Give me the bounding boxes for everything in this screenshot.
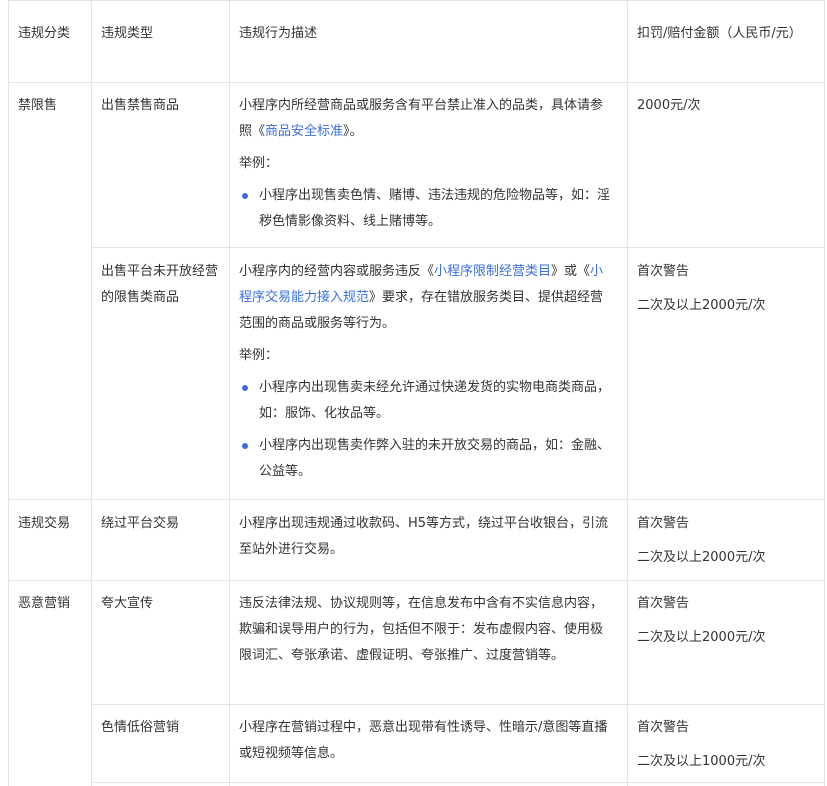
row-type: 出售禁售商品 [101, 98, 180, 113]
row-category: 禁限售 [18, 98, 58, 113]
grid-line [8, 0, 9, 786]
row-description: 小程序内所经营商品或服务含有平台禁止准入的品类，具体请参照《商品安全标准》。 举… [239, 93, 614, 241]
description-text: 小程序出现违规通过收款码、H5等方式，绕过平台收银台，引流至站外进行交易。 [239, 516, 609, 557]
grid-line [91, 782, 824, 783]
row-category: 恶意营销 [18, 596, 71, 611]
example-label: 举例： [239, 156, 279, 171]
grid-line [91, 0, 92, 786]
grid-line [91, 704, 824, 705]
row-description: 小程序出现违规通过收款码、H5等方式，绕过平台收银台，引流至站外进行交易。 [239, 511, 614, 563]
rules-table: 违规分类 违规类型 违规行为描述 扣罚/赔付金额（人民币/元） 禁限售 出售禁售… [0, 0, 826, 786]
row-penalty: 首次警告 二次及以上1000元/次 [637, 720, 766, 769]
grid-line [8, 499, 824, 500]
row-penalty: 首次警告 二次及以上2000元/次 [637, 264, 766, 313]
example-list: 小程序内出现售卖未经允许通过快递发货的实物电商类商品，如：服饰、化妆品等。 小程… [239, 375, 614, 485]
description-text: 小程序内所经营商品或服务含有平台禁止准入的品类，具体请参照《商品安全标准》。 [239, 98, 604, 139]
bullet-icon [242, 193, 248, 199]
bullet-icon [242, 443, 248, 449]
row-type: 绕过平台交易 [101, 516, 180, 531]
row-description: 小程序在营销过程中，恶意出现带有性诱导、性暗示/意图等直播或短视频等信息。 [239, 715, 614, 767]
grid-line [8, 580, 824, 581]
row-description: 小程序内的经营内容或服务违反《小程序限制经营类目》或《小程序交易能力接入规范》要… [239, 259, 614, 491]
list-item: 小程序内出现售卖作弊入驻的未开放交易的商品，如：金融、公益等。 [239, 433, 614, 485]
header-category: 违规分类 [18, 26, 71, 41]
example-list: 小程序出现售卖色情、赌博、违法违规的危险物品等，如：淫秽色情影像资料、线上赌博等… [239, 183, 614, 235]
bullet-icon [242, 385, 248, 391]
header-description: 违规行为描述 [239, 26, 318, 41]
row-penalty: 2000元/次 [637, 98, 701, 113]
grid-line [8, 82, 824, 83]
grid-line [8, 0, 824, 1]
list-item: 小程序出现售卖色情、赌博、违法违规的危险物品等，如：淫秽色情影像资料、线上赌博等… [239, 183, 614, 235]
description-text: 小程序在营销过程中，恶意出现带有性诱导、性暗示/意图等直播或短视频等信息。 [239, 720, 608, 761]
header-type: 违规类型 [101, 26, 154, 41]
link-restricted-categories[interactable]: 小程序限制经营类目 [434, 264, 551, 279]
list-item: 小程序内出现售卖未经允许通过快递发货的实物电商类商品，如：服饰、化妆品等。 [239, 375, 614, 427]
row-category: 违规交易 [18, 516, 71, 531]
row-type: 色情低俗营销 [101, 720, 180, 735]
grid-line [91, 247, 824, 248]
row-penalty: 首次警告 二次及以上2000元/次 [637, 516, 766, 565]
grid-line [229, 0, 230, 786]
example-label: 举例： [239, 348, 279, 363]
description-text: 小程序内的经营内容或服务违反《小程序限制经营类目》或《小程序交易能力接入规范》要… [239, 264, 604, 331]
description-text: 违反法律法规、协议规则等，在信息发布中含有不实信息内容，欺骗和误导用户的行为，包… [239, 596, 604, 663]
row-type: 出售平台未开放经营的限售类商品 [101, 264, 219, 305]
row-penalty: 首次警告 二次及以上2000元/次 [637, 596, 766, 645]
row-type: 夸大宣传 [101, 596, 154, 611]
grid-line [627, 0, 628, 786]
header-penalty: 扣罚/赔付金额（人民币/元） [637, 26, 802, 41]
row-description: 违反法律法规、协议规则等，在信息发布中含有不实信息内容，欺骗和误导用户的行为，包… [239, 591, 614, 669]
link-product-safety-standard[interactable]: 商品安全标准 [265, 124, 343, 139]
